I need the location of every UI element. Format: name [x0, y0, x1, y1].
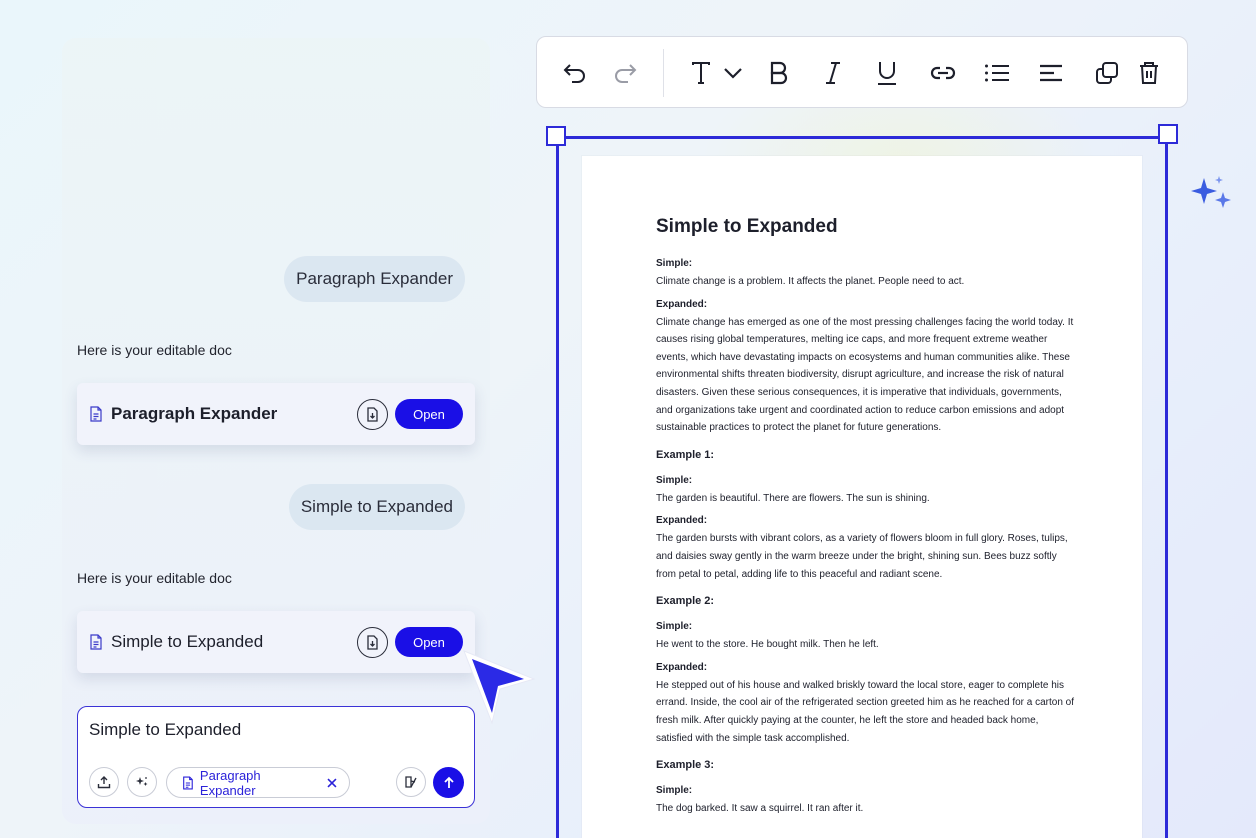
bold-icon[interactable] — [765, 59, 793, 87]
close-icon[interactable] — [327, 777, 337, 788]
align-left-icon[interactable] — [1037, 59, 1065, 87]
document-icon — [90, 634, 102, 650]
simple-text: The garden is beautiful. There are flowe… — [656, 492, 930, 504]
open-button[interactable]: Open — [395, 399, 463, 429]
simple-text: Climate change is a problem. It affects … — [656, 276, 965, 287]
chat-panel: Paragraph Expander Here is your editable… — [62, 38, 490, 824]
document-content: Simple to Expanded Simple: Climate chang… — [656, 216, 1076, 826]
expanded-label: Expanded: — [656, 515, 708, 527]
simple-label: Simple: — [656, 474, 693, 486]
expanded-text: He stepped out of his house and walked b… — [656, 679, 1075, 744]
example-heading: Example 1: — [656, 448, 715, 461]
template-button[interactable] — [396, 767, 426, 797]
shapes-icon — [405, 776, 417, 788]
simple-text: He went to the store. He bought milk. Th… — [656, 639, 879, 651]
composer-input[interactable]: Simple to Expanded — [89, 720, 241, 740]
document-page[interactable]: Simple to Expanded Simple: Climate chang… — [582, 156, 1142, 838]
underline-icon[interactable] — [873, 59, 901, 87]
simple-label: Simple: — [656, 785, 693, 797]
attached-doc-chip[interactable]: Paragraph Expander — [166, 767, 350, 798]
doc-card[interactable]: Paragraph Expander Open — [77, 383, 475, 445]
text-style-icon[interactable] — [687, 59, 715, 87]
example-heading: Example 3: — [656, 759, 715, 772]
expanded-label: Expanded: — [656, 661, 708, 673]
simple-label: Simple: — [656, 621, 693, 633]
user-message-text: Paragraph Expander — [296, 269, 453, 288]
upload-icon — [97, 776, 111, 789]
arrow-up-icon — [443, 776, 454, 788]
simple-label: Simple: — [656, 258, 693, 269]
sparkle-icon — [136, 777, 148, 786]
document-title: Simple to Expanded — [656, 216, 838, 237]
send-button[interactable] — [433, 767, 464, 798]
download-icon — [366, 406, 378, 422]
document-icon — [90, 406, 102, 422]
user-message-bubble: Paragraph Expander — [284, 256, 465, 302]
document-icon — [183, 775, 193, 790]
mouse-cursor-icon — [463, 650, 536, 725]
user-message-text: Simple to Expanded — [300, 497, 453, 516]
bot-message-text: Here is your editable doc — [77, 342, 232, 358]
simple-text: The dog barked. It saw a squirrel. It ra… — [656, 803, 864, 815]
toolbar-separator — [663, 49, 664, 97]
delete-icon[interactable] — [1135, 59, 1163, 87]
message-composer[interactable]: Simple to Expanded Paragraph Expander — [77, 706, 475, 808]
doc-card-title: Paragraph Expander — [111, 404, 278, 423]
resize-handle-top-left[interactable] — [546, 126, 566, 146]
example-heading: Example 2: — [656, 595, 715, 608]
download-button[interactable] — [357, 398, 388, 430]
doc-card[interactable]: Simple to Expanded Open — [77, 611, 475, 673]
user-message-bubble: Simple to Expanded — [288, 484, 465, 530]
expanded-text: The garden bursts with vibrant colors, a… — [656, 533, 1068, 580]
bot-message-text: Here is your editable doc — [77, 570, 232, 586]
open-button[interactable]: Open — [395, 627, 463, 657]
bullet-list-icon[interactable] — [983, 59, 1011, 87]
undo-icon[interactable] — [561, 59, 589, 87]
redo-icon[interactable] — [611, 59, 639, 87]
chevron-down-icon[interactable] — [719, 59, 747, 87]
link-icon[interactable] — [929, 59, 957, 87]
editor-toolbar — [536, 36, 1188, 108]
sparkle-icon — [1191, 176, 1231, 208]
chip-label: Paragraph Expander — [199, 767, 261, 798]
expanded-text: Climate change has emerged as one of the… — [656, 316, 1074, 434]
italic-icon[interactable] — [819, 59, 847, 87]
upload-button[interactable] — [89, 767, 119, 797]
duplicate-icon[interactable] — [1093, 59, 1121, 87]
expanded-label: Expanded: — [656, 298, 708, 310]
resize-handle-top-right[interactable] — [1158, 124, 1178, 144]
download-icon — [366, 634, 378, 650]
doc-card-title: Simple to Expanded — [111, 632, 264, 651]
ai-magic-button[interactable] — [127, 767, 157, 797]
download-button[interactable] — [357, 626, 388, 658]
